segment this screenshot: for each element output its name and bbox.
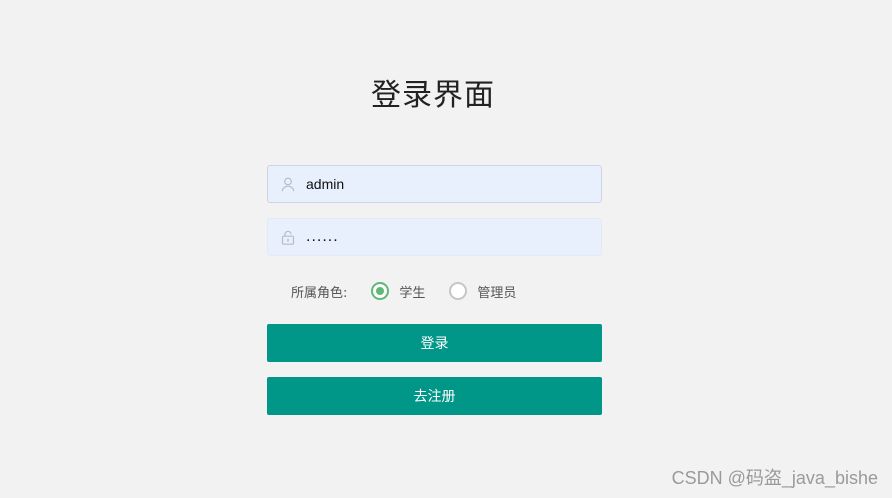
password-field[interactable] [267,218,602,256]
register-button[interactable]: 去注册 [267,377,602,415]
username-field[interactable] [267,165,602,203]
login-button[interactable]: 登录 [267,324,602,362]
username-input[interactable] [296,166,601,202]
user-icon [280,176,296,192]
watermark: CSDN @码盗_java_bishe [671,468,878,488]
password-input[interactable] [296,219,601,255]
role-option-admin-label: 管理员 [477,285,517,301]
radio-checked-icon[interactable] [371,282,390,300]
role-selector: 所属角色: 学生 管理员 [291,280,540,302]
role-label: 所属角色: [291,285,348,301]
lock-icon [280,229,296,245]
page-title: 登录界面 [371,78,495,113]
role-option-student[interactable]: 学生 [371,282,425,301]
login-page: 登录界面 所属角色: 学生 管理员 登录 [0,0,892,498]
radio-unchecked-icon[interactable] [449,282,468,300]
role-option-student-label: 学生 [399,285,426,301]
role-option-admin[interactable]: 管理员 [449,282,516,301]
